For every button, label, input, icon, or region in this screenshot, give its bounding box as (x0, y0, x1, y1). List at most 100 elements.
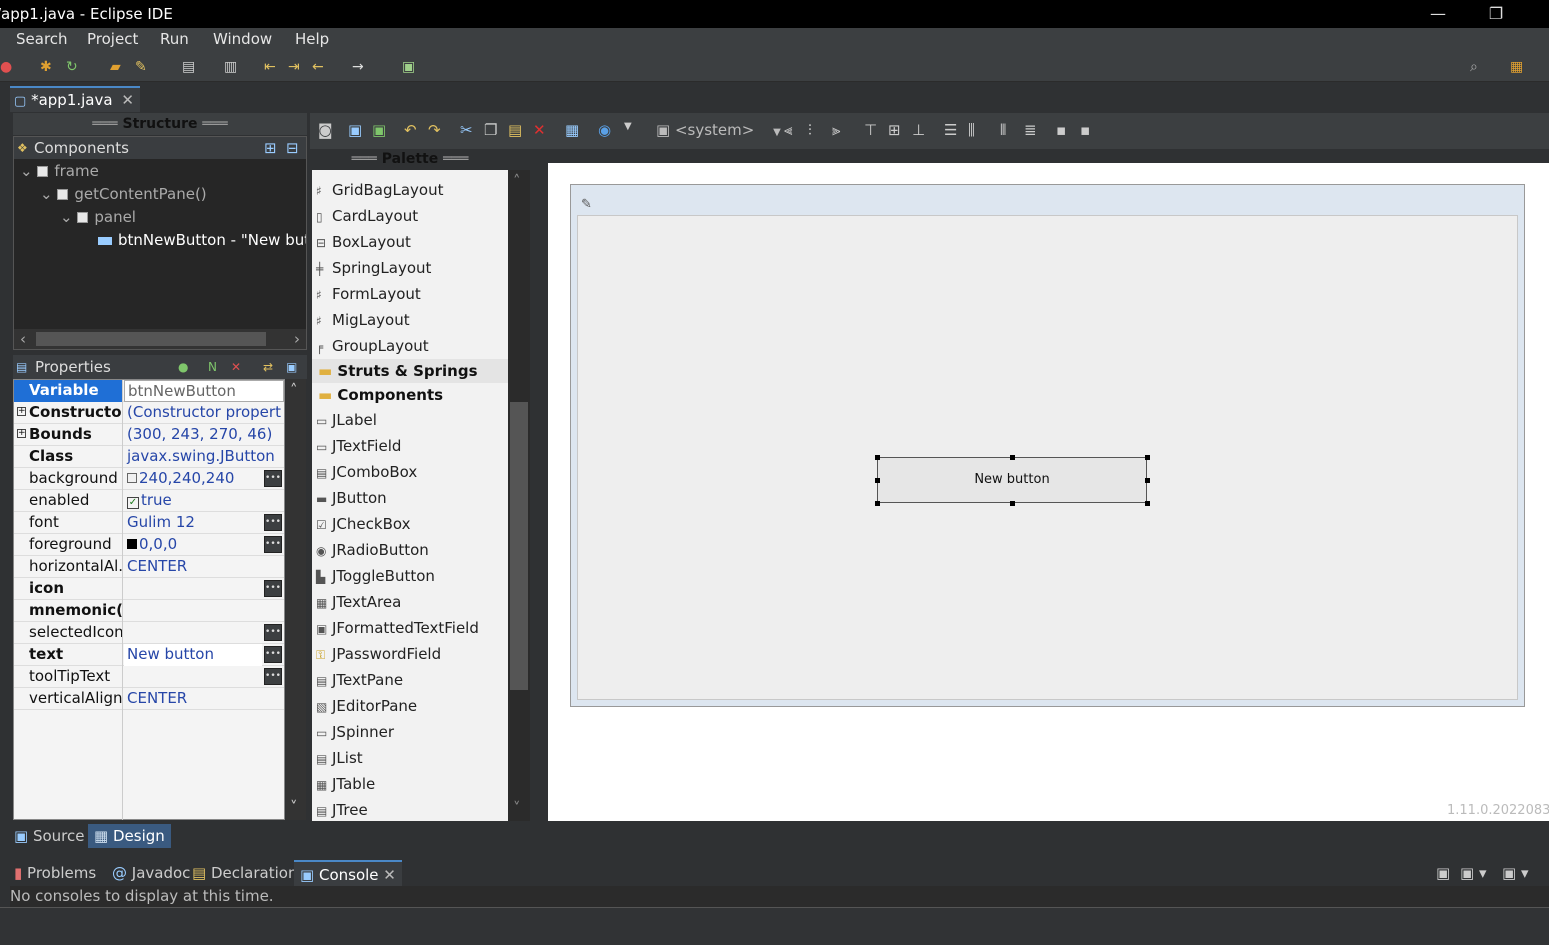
pin-console-icon[interactable]: ▣ (1436, 860, 1450, 886)
menu-search[interactable]: Search (16, 30, 68, 48)
ellipsis-button[interactable]: ••• (264, 470, 282, 487)
resize-handle[interactable] (875, 455, 880, 460)
tab-problems[interactable]: ▮ Problems (14, 860, 96, 886)
palette-category-components[interactable]: ▬ Components (312, 383, 508, 407)
open-perspective-icon[interactable]: ▣ (402, 59, 415, 75)
checkbox-checked-icon[interactable]: ✓ (127, 497, 139, 509)
goto-definition-icon[interactable]: N (208, 355, 217, 379)
tree-item-panel[interactable]: ⌄ panel (60, 208, 136, 226)
perspective-icon[interactable]: ▦ (1510, 59, 1523, 75)
resize-handle[interactable] (1145, 478, 1150, 483)
tree-item-btn-new-button[interactable]: btnNewButton - "New button" (98, 231, 306, 249)
tree-item-frame[interactable]: ⌄ frame (20, 162, 99, 180)
tab-design[interactable]: ▦ Design (88, 824, 171, 848)
prop-row-horizontal-alignment[interactable]: horizontalAl... CENTER (14, 556, 284, 578)
variable-input[interactable]: btnNewButton (124, 380, 284, 402)
palette-item-jtogglebutton[interactable]: ▙ JToggleButton (316, 563, 435, 589)
palette-category-struts-springs[interactable]: ▬ Struts & Springs (312, 359, 508, 383)
align-left-icon[interactable]: ⫷ (784, 121, 792, 139)
palette-item-jcombobox[interactable]: ▤ JComboBox (316, 459, 417, 485)
new-wizard-icon[interactable]: ✱ (40, 59, 52, 75)
marquee-icon[interactable]: ▣ (372, 121, 386, 139)
prop-value[interactable] (124, 666, 262, 688)
ellipsis-button[interactable]: ••• (264, 668, 282, 685)
close-icon[interactable]: ✕ (121, 91, 134, 109)
resize-handle[interactable] (875, 501, 880, 506)
align-bottom-icon[interactable]: ⊥ (912, 121, 925, 139)
palette-item-jformattedtextfield[interactable]: ▣ JFormattedTextField (316, 615, 479, 641)
prop-row-class[interactable]: Class javax.swing.JButton (14, 446, 284, 468)
palette-item-formlayout[interactable]: ♯ FormLayout (316, 281, 421, 307)
prop-value[interactable]: Gulim 12 (124, 512, 262, 534)
chevron-up-icon[interactable]: ˄ (290, 381, 298, 399)
ellipsis-button[interactable]: ••• (264, 514, 282, 531)
properties-dialog-icon[interactable]: ▦ (565, 121, 579, 139)
expand-all-icon[interactable]: ⊞ (264, 137, 277, 159)
prop-value[interactable] (124, 622, 262, 644)
palette-item-jspinner[interactable]: ▭ JSpinner (316, 719, 394, 745)
prop-value[interactable]: CENTER (124, 556, 262, 578)
resize-handle[interactable] (875, 478, 880, 483)
prop-value[interactable]: javax.swing.JButton (124, 446, 282, 468)
look-and-feel-select[interactable]: ▣ <system> ▼ (656, 121, 781, 139)
prop-row-mnemonic[interactable]: mnemonic(... (14, 600, 284, 622)
palette-item-jpasswordfield[interactable]: ⚿ JPasswordField (316, 641, 441, 667)
prop-value[interactable]: New button (124, 644, 262, 666)
remove-icon[interactable]: ✕ (231, 355, 241, 379)
open-folder-icon[interactable]: ▰ (110, 59, 121, 75)
paste-icon[interactable]: ▤ (508, 121, 522, 139)
open-console-icon[interactable]: ▣ ▾ (1502, 860, 1528, 886)
align-top-icon[interactable]: ⊤ (864, 121, 877, 139)
menu-help[interactable]: Help (295, 30, 329, 48)
palette-item-jtable[interactable]: ▦ JTable (316, 771, 375, 797)
ellipsis-button[interactable]: ••• (264, 580, 282, 597)
resize-handle[interactable] (1010, 501, 1015, 506)
menu-icon[interactable]: ▣ (286, 355, 297, 379)
center-vertical-icon[interactable]: ▪ (1080, 121, 1090, 139)
palette-item-jtree[interactable]: ▤ JTree (316, 797, 368, 821)
collapse-all-icon[interactable]: ⊟ (286, 137, 299, 159)
tab-source[interactable]: ▣ Source (14, 824, 85, 848)
chevron-left-icon[interactable]: ‹ (20, 330, 26, 348)
palette-item-jlabel[interactable]: ▭ JLabel (316, 407, 377, 433)
menu-project[interactable]: Project (87, 30, 138, 48)
replicate-height-icon[interactable]: ≣ (1024, 121, 1037, 139)
back-icon[interactable]: ← (312, 59, 324, 75)
resize-handle[interactable] (1145, 455, 1150, 460)
prop-row-vertical-alignment[interactable]: verticalAlign... CENTER (14, 688, 284, 710)
palette-item-gridbaglayout[interactable]: ♯ GridBagLayout (316, 177, 443, 203)
delete-icon[interactable]: ✕ (533, 121, 546, 139)
palette-item-cardlayout[interactable]: ▯ CardLayout (316, 203, 418, 229)
align-right-icon[interactable]: ⫸ (832, 121, 840, 139)
replicate-width-icon[interactable]: ⫴ (1000, 121, 1006, 139)
tab-declaration[interactable]: ▤ Declaration (192, 860, 297, 886)
redo-icon[interactable]: ↷ (428, 121, 441, 139)
prop-row-selected-icon[interactable]: selectedIcon ••• (14, 622, 284, 644)
refresh-icon[interactable]: ↻ (66, 59, 78, 75)
chevron-down-icon[interactable]: ⌄ (60, 208, 73, 226)
palette-scrollbar[interactable]: ˄ ˅ (508, 170, 530, 821)
prop-value[interactable]: 0,0,0 (124, 534, 262, 556)
prop-row-tooltip-text[interactable]: toolTipText ••• (14, 666, 284, 688)
palette-item-springlayout[interactable]: ╪ SpringLayout (316, 255, 431, 281)
search-icon[interactable]: ⌕ (1470, 59, 1478, 75)
prop-row-font[interactable]: font Gulim 12 ••• (14, 512, 284, 534)
annotation-icon[interactable]: ▥ (224, 59, 237, 75)
tab-javadoc[interactable]: @ Javadoc (112, 860, 190, 886)
chevron-down-icon[interactable]: ⌄ (20, 162, 33, 180)
close-icon[interactable]: ✕ (383, 866, 396, 884)
palette-item-boxlayout[interactable]: ⊟ BoxLayout (316, 229, 411, 255)
display-console-icon[interactable]: ▣ ▾ (1460, 860, 1486, 886)
save-icon[interactable]: ▤ (182, 59, 195, 75)
prop-value[interactable]: 240,240,240 (124, 468, 262, 490)
palette-item-jlist[interactable]: ▤ JList (316, 745, 363, 771)
prop-value[interactable] (124, 600, 262, 622)
chevron-right-icon[interactable]: › (294, 330, 300, 348)
ellipsis-button[interactable]: ••• (264, 624, 282, 641)
resize-handle[interactable] (1010, 455, 1015, 460)
align-center-icon[interactable]: ⫶ (808, 121, 812, 139)
chevron-down-icon[interactable]: ˅ (513, 799, 521, 817)
space-vertical-icon[interactable]: ⫼ (968, 121, 975, 139)
test-gui-icon[interactable]: ◙ (318, 121, 333, 139)
tab-console[interactable]: ▣ Console ✕ (294, 860, 402, 886)
